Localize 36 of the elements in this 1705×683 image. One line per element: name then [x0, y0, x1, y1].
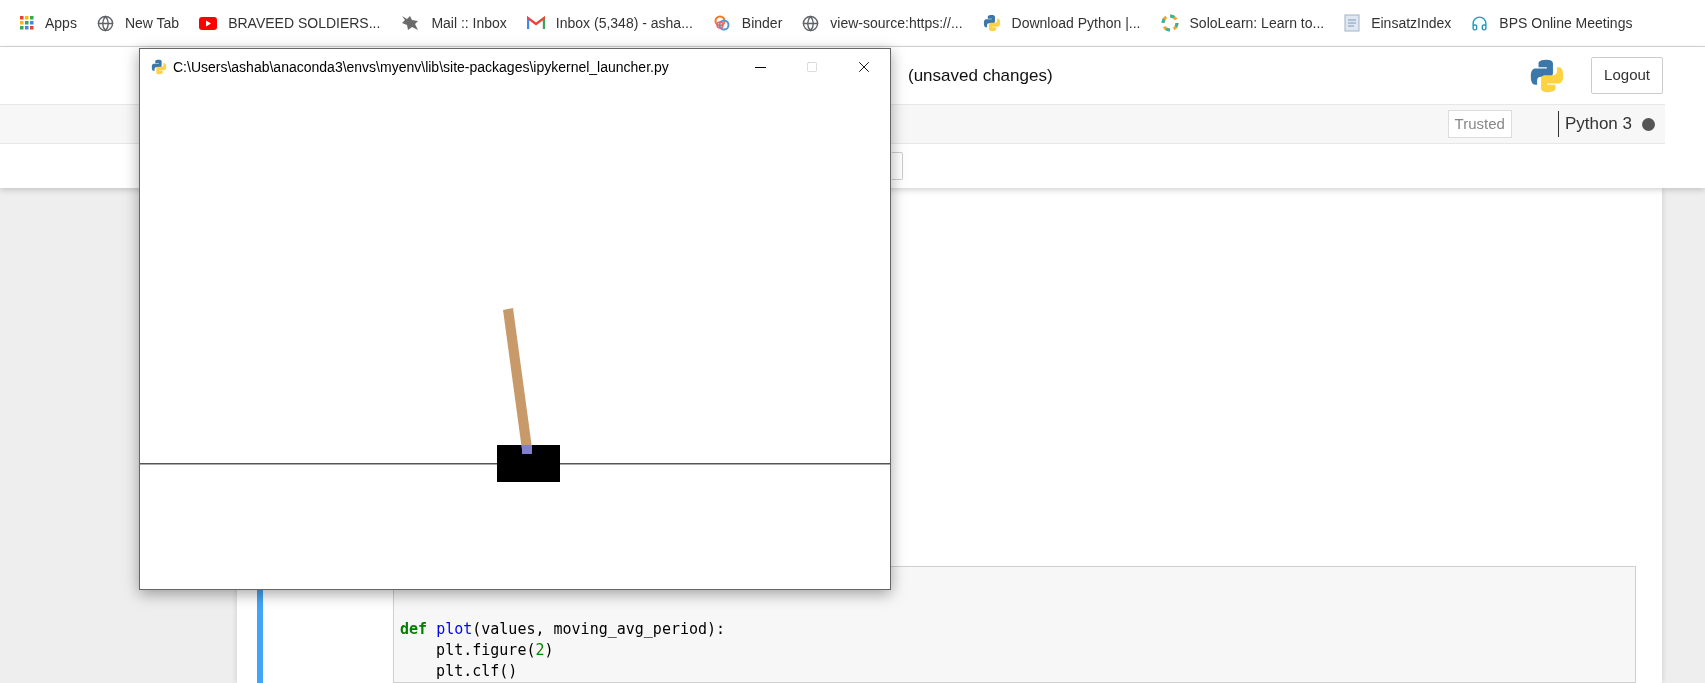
bookmark-link[interactable]: SoloLearn: Learn to... — [1160, 12, 1325, 34]
bookmark-link[interactable]: Apps — [20, 12, 77, 34]
code-area[interactable]: def plot(values, moving_avg_period): plt.figure(2) plt.clf() — [393, 566, 1636, 683]
headset-icon — [1471, 14, 1489, 32]
bookmark-link[interactable]: EinsatzIndex — [1344, 12, 1452, 34]
logout-button[interactable]: Logout — [1591, 57, 1663, 94]
code-line: def plot(values, moving_avg_period): — [400, 619, 727, 640]
apps-grid-icon — [20, 16, 34, 30]
bookmark-link[interactable]: New Tab — [96, 12, 180, 34]
swirl-icon — [1160, 14, 1179, 32]
bookmark-link[interactable]: Inbox (5,348) - asha... — [526, 12, 693, 34]
video-play-icon — [199, 16, 218, 30]
minimize-icon — [754, 66, 766, 68]
bookmark-link[interactable]: Mail :: Inbox — [400, 12, 507, 34]
maximize-icon — [806, 61, 818, 73]
kernel-name: Python 3 — [1557, 111, 1632, 137]
code-line: plt.figure(2) — [435, 640, 555, 661]
mail-m-icon — [526, 16, 545, 30]
window-title: C:\Users\ashab\anaconda3\envs\myenv\lib\site-packages\ipykernel_launcher.py — [173, 57, 669, 77]
document-icon — [1344, 14, 1361, 32]
code-line: plt.clf() — [435, 661, 519, 682]
bookmark-link[interactable]: BRAVEED SOLDIERS... — [199, 12, 381, 34]
python-logo-icon — [1529, 57, 1566, 94]
bookmark-link[interactable]: BPS Online Meetings — [1471, 12, 1633, 34]
globe-icon — [96, 14, 114, 32]
dragon-icon — [400, 14, 421, 32]
save-status: (unsaved changes) — [908, 64, 1053, 87]
rings-icon — [712, 14, 731, 32]
bookmark-link[interactable]: Binder — [712, 12, 783, 34]
bookmark-link[interactable]: Download Python |... — [982, 12, 1141, 34]
python-logo-icon — [982, 14, 1001, 32]
globe-icon — [802, 14, 820, 32]
toolbar-button[interactable] — [892, 152, 903, 180]
bookmark-link[interactable]: view-source:https://... — [802, 12, 963, 34]
app-icon — [151, 59, 167, 75]
trusted-badge[interactable]: Trusted — [1447, 109, 1512, 139]
